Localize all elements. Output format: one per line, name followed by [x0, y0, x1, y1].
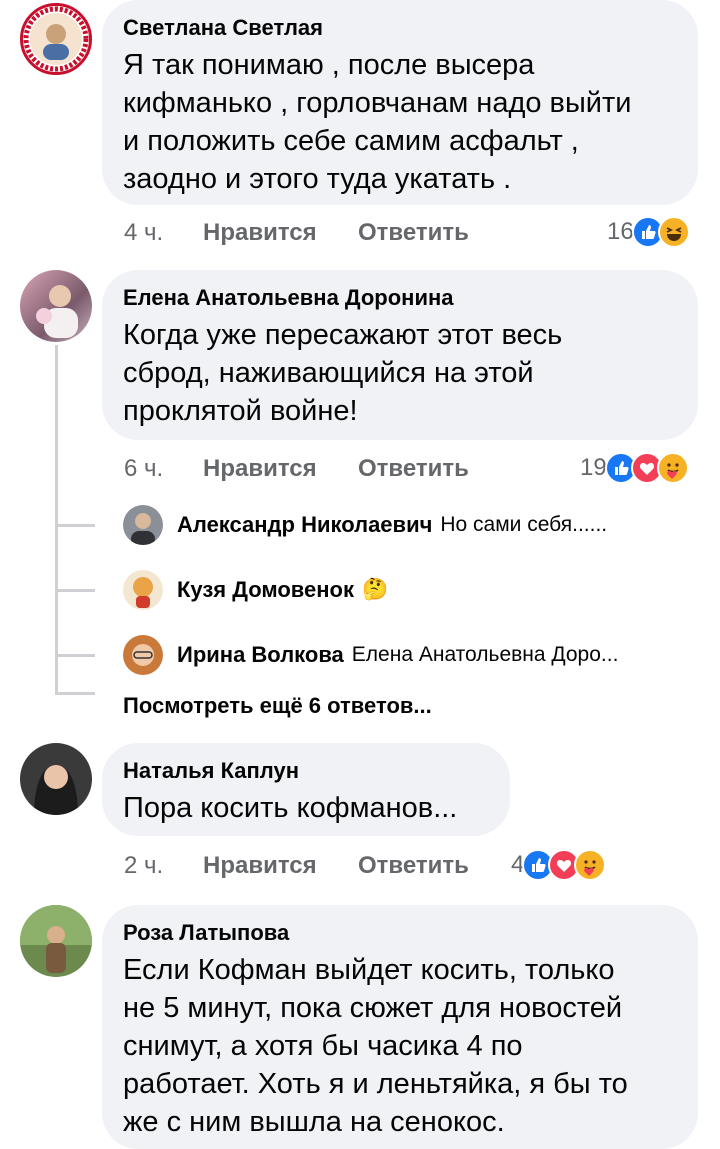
comment-text: Если Кофман выйдет косить, только не 5 м…: [123, 954, 628, 1138]
care-icon: [574, 849, 607, 881]
comment-time[interactable]: 2 ч.: [124, 852, 163, 880]
reaction-summary[interactable]: 16: [607, 216, 690, 248]
comment-text: Когда уже пересажают этот весь сброд, на…: [123, 319, 563, 427]
comment-text: Я так понимаю , после высера кифманько ,…: [123, 49, 632, 195]
reaction-count: 16: [607, 218, 634, 245]
reply-item[interactable]: Ирина Волкова Елена Анатольевна Доро...: [123, 635, 618, 675]
reply-item[interactable]: Кузя Домовенок 🤔: [123, 570, 388, 610]
reply-text: Но сами себя......: [440, 513, 608, 536]
haha-icon: [657, 216, 690, 248]
thread-line: [55, 345, 58, 695]
avatar[interactable]: [20, 270, 92, 342]
avatar[interactable]: [123, 505, 163, 545]
thread-branch: [55, 524, 95, 527]
thread-branch: [55, 692, 95, 695]
reply-text: Елена Анатольевна Доро...: [351, 643, 619, 666]
reply-button[interactable]: Ответить: [358, 219, 469, 247]
reply-author[interactable]: Ирина Волкова: [177, 642, 344, 668]
comment-author[interactable]: Елена Анатольевна Доронина: [123, 284, 678, 312]
reaction-summary[interactable]: 19: [580, 452, 689, 484]
reply-item[interactable]: Александр Николаевич Но сами себя......: [123, 505, 607, 545]
avatar-badge-icon: [23, 6, 89, 72]
reply-author[interactable]: Александр Николаевич: [177, 512, 432, 538]
comment-text: Пора косить кофманов...: [123, 792, 458, 824]
reply-button[interactable]: Ответить: [358, 455, 469, 483]
care-icon: [656, 452, 689, 484]
avatar[interactable]: [20, 905, 92, 977]
reply-author[interactable]: Кузя Домовенок: [177, 577, 354, 603]
comment-actions: 4 ч. Нравится Ответить: [124, 219, 684, 249]
avatar[interactable]: [123, 570, 163, 610]
reply-button[interactable]: Ответить: [358, 852, 469, 880]
comment-author[interactable]: Роза Латыпова: [123, 919, 678, 947]
thinking-emoji: 🤔: [361, 578, 389, 601]
avatar-photo-icon: [34, 765, 78, 815]
avatar-photo-icon: [36, 285, 78, 338]
like-button[interactable]: Нравится: [203, 219, 317, 247]
reaction-summary[interactable]: 4: [511, 849, 607, 881]
like-button[interactable]: Нравится: [203, 455, 317, 483]
comment-time[interactable]: 4 ч.: [124, 219, 163, 247]
like-button[interactable]: Нравится: [203, 852, 317, 880]
view-more-replies[interactable]: Посмотреть ещё 6 ответов...: [123, 693, 432, 719]
comment-bubble: Роза Латыпова Если Кофман выйдет косить,…: [102, 905, 698, 1149]
avatar[interactable]: [123, 635, 163, 675]
comment-bubble: Елена Анатольевна Доронина Когда уже пер…: [102, 270, 698, 440]
comment-bubble: Светлана Светлая Я так понимаю , после в…: [102, 0, 698, 205]
comment-time[interactable]: 6 ч.: [124, 455, 163, 483]
avatar-photo-icon: [20, 905, 92, 973]
comment-author[interactable]: Наталья Каплун: [123, 757, 490, 785]
comment-author[interactable]: Светлана Светлая: [123, 14, 678, 42]
thread-branch: [55, 654, 95, 657]
thread-branch: [55, 589, 95, 592]
reaction-count: 19: [580, 454, 607, 481]
comment-bubble: Наталья Каплун Пора косить кофманов...: [102, 743, 510, 836]
avatar[interactable]: [20, 743, 92, 815]
avatar[interactable]: [20, 3, 92, 75]
